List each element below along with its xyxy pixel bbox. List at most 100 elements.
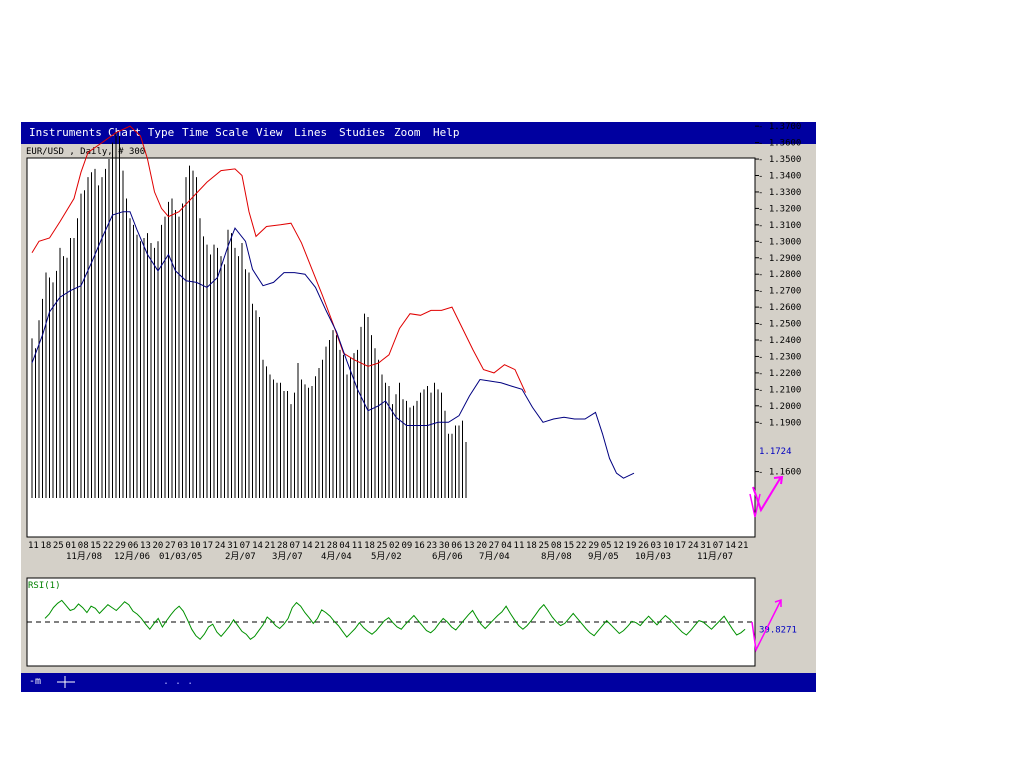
month-tick-label: 3月/07 <box>272 551 303 562</box>
date-tick-label: 25 <box>377 541 388 551</box>
status-dots: . . . <box>163 676 194 687</box>
price-tick-label: - 1.2000 <box>758 402 801 412</box>
date-tick-label: 30 <box>439 541 450 551</box>
date-tick-label: 04 <box>339 541 350 551</box>
date-tick-label: 14 <box>252 541 263 551</box>
date-tick-label: 21 <box>738 541 749 551</box>
rsi-title: RSI(1) <box>28 581 61 591</box>
date-tick-label: 07 <box>713 541 724 551</box>
chart-area[interactable]: - 1.3700 - 1.3600 - 1.3500 - 1.3400 - 1.3300… <box>21 122 816 673</box>
date-tick-label: 28 <box>327 541 338 551</box>
price-tick-label: - 1.1600 <box>758 468 801 478</box>
date-tick-label: 12 <box>613 541 624 551</box>
date-tick-label: 11 <box>352 541 363 551</box>
month-tick-label: 9月/05 <box>588 551 619 562</box>
date-tick-label: 11 <box>28 541 39 551</box>
price-tick-label: - 1.2600 <box>758 303 801 313</box>
date-tick-label: 01 <box>65 541 76 551</box>
month-tick-label: 10月/03 <box>635 551 671 562</box>
date-tick-label: 22 <box>103 541 114 551</box>
price-tick-label: - 1.3000 <box>758 237 801 247</box>
chart-window: Instruments Chart Type Time Scale View Lines… <box>21 122 816 692</box>
date-tick-label: 10 <box>663 541 674 551</box>
month-tick-label: 4月/04 <box>321 551 352 562</box>
last-price-label: 1.1724 <box>759 447 792 457</box>
date-tick-label: 04 <box>501 541 512 551</box>
price-tick-label: - 1.2300 <box>758 352 801 362</box>
date-tick-label: 03 <box>651 541 662 551</box>
price-tick-label: - 1.1900 <box>758 418 801 428</box>
date-tick-label: 21 <box>265 541 276 551</box>
date-tick-label: 20 <box>476 541 487 551</box>
date-tick-label: 18 <box>526 541 537 551</box>
date-tick-label: 26 <box>638 541 649 551</box>
date-tick-label: 25 <box>538 541 549 551</box>
price-tick-label: - 1.3200 <box>758 204 801 214</box>
date-tick-label: 29 <box>588 541 599 551</box>
price-tick-label: - 1.2800 <box>758 270 801 280</box>
date-tick-label: 24 <box>215 541 226 551</box>
date-tick-label: 25 <box>53 541 64 551</box>
date-tick-label: 27 <box>165 541 176 551</box>
price-tick-label: - 1.3400 <box>758 172 801 182</box>
status-mode-label[interactable]: -m <box>29 676 41 688</box>
month-tick-label: 7月/04 <box>479 551 510 562</box>
date-tick-label: 14 <box>725 541 736 551</box>
price-tick-label: - 1.3500 <box>758 155 801 165</box>
price-tick-label: - 1.2100 <box>758 385 801 395</box>
date-tick-label: 31 <box>227 541 238 551</box>
date-tick-label: 22 <box>576 541 587 551</box>
month-tick-label: 6月/06 <box>432 551 463 562</box>
month-tick-label: 11月/08 <box>66 551 102 562</box>
date-tick-label: 17 <box>675 541 686 551</box>
month-tick-label: 12月/06 <box>114 551 150 562</box>
main-plot-frame <box>26 157 756 538</box>
date-tick-label: 19 <box>626 541 637 551</box>
price-tick-label: - 1.2200 <box>758 369 801 379</box>
date-tick-label: 29 <box>115 541 126 551</box>
date-tick-label: 28 <box>277 541 288 551</box>
month-tick-label: 8月/08 <box>541 551 572 562</box>
month-tick-label: 01/03/05 <box>159 552 202 562</box>
status-bar: -m . . . <box>21 673 816 692</box>
date-tick-label: 18 <box>40 541 51 551</box>
date-tick-label: 13 <box>140 541 151 551</box>
price-tick-label: - 1.3600 <box>758 139 801 149</box>
date-tick-label: 31 <box>700 541 711 551</box>
date-tick-label: 16 <box>414 541 425 551</box>
price-tick-label: - 1.2700 <box>758 287 801 297</box>
date-tick-label: 20 <box>153 541 164 551</box>
date-tick-label: 23 <box>426 541 437 551</box>
date-tick-label: 09 <box>402 541 413 551</box>
date-tick-label: 08 <box>551 541 562 551</box>
crosshair-icon[interactable] <box>57 676 75 692</box>
date-tick-label: 21 <box>314 541 325 551</box>
date-tick-label: 15 <box>90 541 101 551</box>
month-tick-label: 11月/07 <box>697 551 733 562</box>
date-tick-label: 08 <box>78 541 89 551</box>
date-tick-label: 11 <box>514 541 525 551</box>
price-tick-label: - 1.3300 <box>758 188 801 198</box>
date-tick-label: 03 <box>177 541 188 551</box>
date-tick-label: 14 <box>302 541 313 551</box>
month-tick-label: 5月/02 <box>371 551 402 562</box>
date-tick-label: 27 <box>489 541 500 551</box>
date-tick-label: 07 <box>240 541 251 551</box>
date-tick-label: 18 <box>364 541 375 551</box>
date-tick-label: 10 <box>190 541 201 551</box>
date-tick-label: 02 <box>389 541 400 551</box>
date-tick-label: 05 <box>601 541 612 551</box>
price-tick-label: - 1.2900 <box>758 254 801 264</box>
price-tick-label: - 1.2500 <box>758 320 801 330</box>
price-tick-label: - 1.3100 <box>758 221 801 231</box>
month-tick-label: 2月/07 <box>225 551 256 562</box>
date-tick-label: 15 <box>563 541 574 551</box>
crosshair-svg <box>57 676 75 688</box>
date-tick-label: 17 <box>202 541 213 551</box>
date-tick-label: 24 <box>688 541 699 551</box>
price-tick-label: - 1.3700 <box>758 122 801 132</box>
date-tick-label: 07 <box>289 541 300 551</box>
date-tick-label: 06 <box>451 541 462 551</box>
date-tick-label: 06 <box>128 541 139 551</box>
date-tick-label: 13 <box>464 541 475 551</box>
